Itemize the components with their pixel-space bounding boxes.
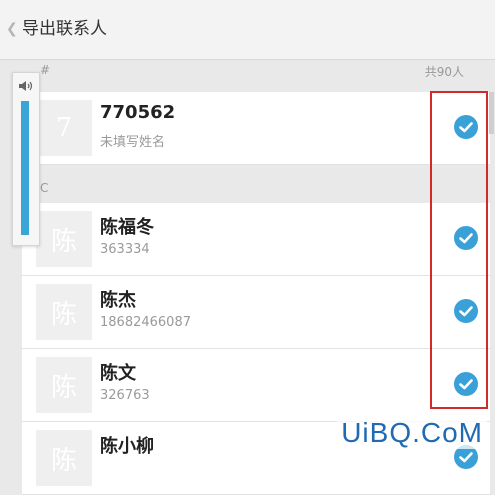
back-icon[interactable]: ❮ [6,20,18,38]
scrollbar-thumb[interactable] [489,92,494,134]
annotation-highlight-box [430,91,488,409]
volume-overlay[interactable] [12,72,40,246]
contact-detail: 未填写姓名 [100,135,166,150]
page-title: 导出联系人 [22,19,107,39]
contact-name: 陈杰 [100,290,136,311]
contact-name: 陈福冬 [100,217,154,238]
contact-name: 陈小柳 [100,436,154,457]
contact-detail: 363334 [100,242,150,257]
contact-name: 770562 [100,102,176,123]
contact-detail: 18682466087 [100,315,191,330]
contact-row[interactable]: 陈 陈杰 18682466087 [22,276,490,349]
watermark-logo: UiBQ.CoM [337,417,487,449]
avatar: 7 [36,100,92,156]
contact-name: 陈文 [100,363,136,384]
contact-row[interactable]: 陈 陈文 326763 [22,349,490,422]
contact-detail: 326763 [100,388,150,403]
section-header-c: C [22,165,490,197]
contact-count: 共90人 [424,65,464,79]
contact-row[interactable]: 陈 陈福冬 363334 [22,203,490,276]
section-header-hash: # 共90人 [22,60,490,92]
avatar: 陈 [36,357,92,413]
volume-level-bar[interactable] [21,101,29,235]
contact-row[interactable]: 7 770562 未填写姓名 [22,92,490,165]
section-letter: C [40,181,49,195]
top-bar: ❮ 导出联系人 [0,0,495,60]
section-letter: # [40,63,51,77]
avatar: 陈 [36,284,92,340]
avatar: 陈 [36,430,92,486]
speaker-icon [19,81,33,91]
avatar: 陈 [36,211,92,267]
